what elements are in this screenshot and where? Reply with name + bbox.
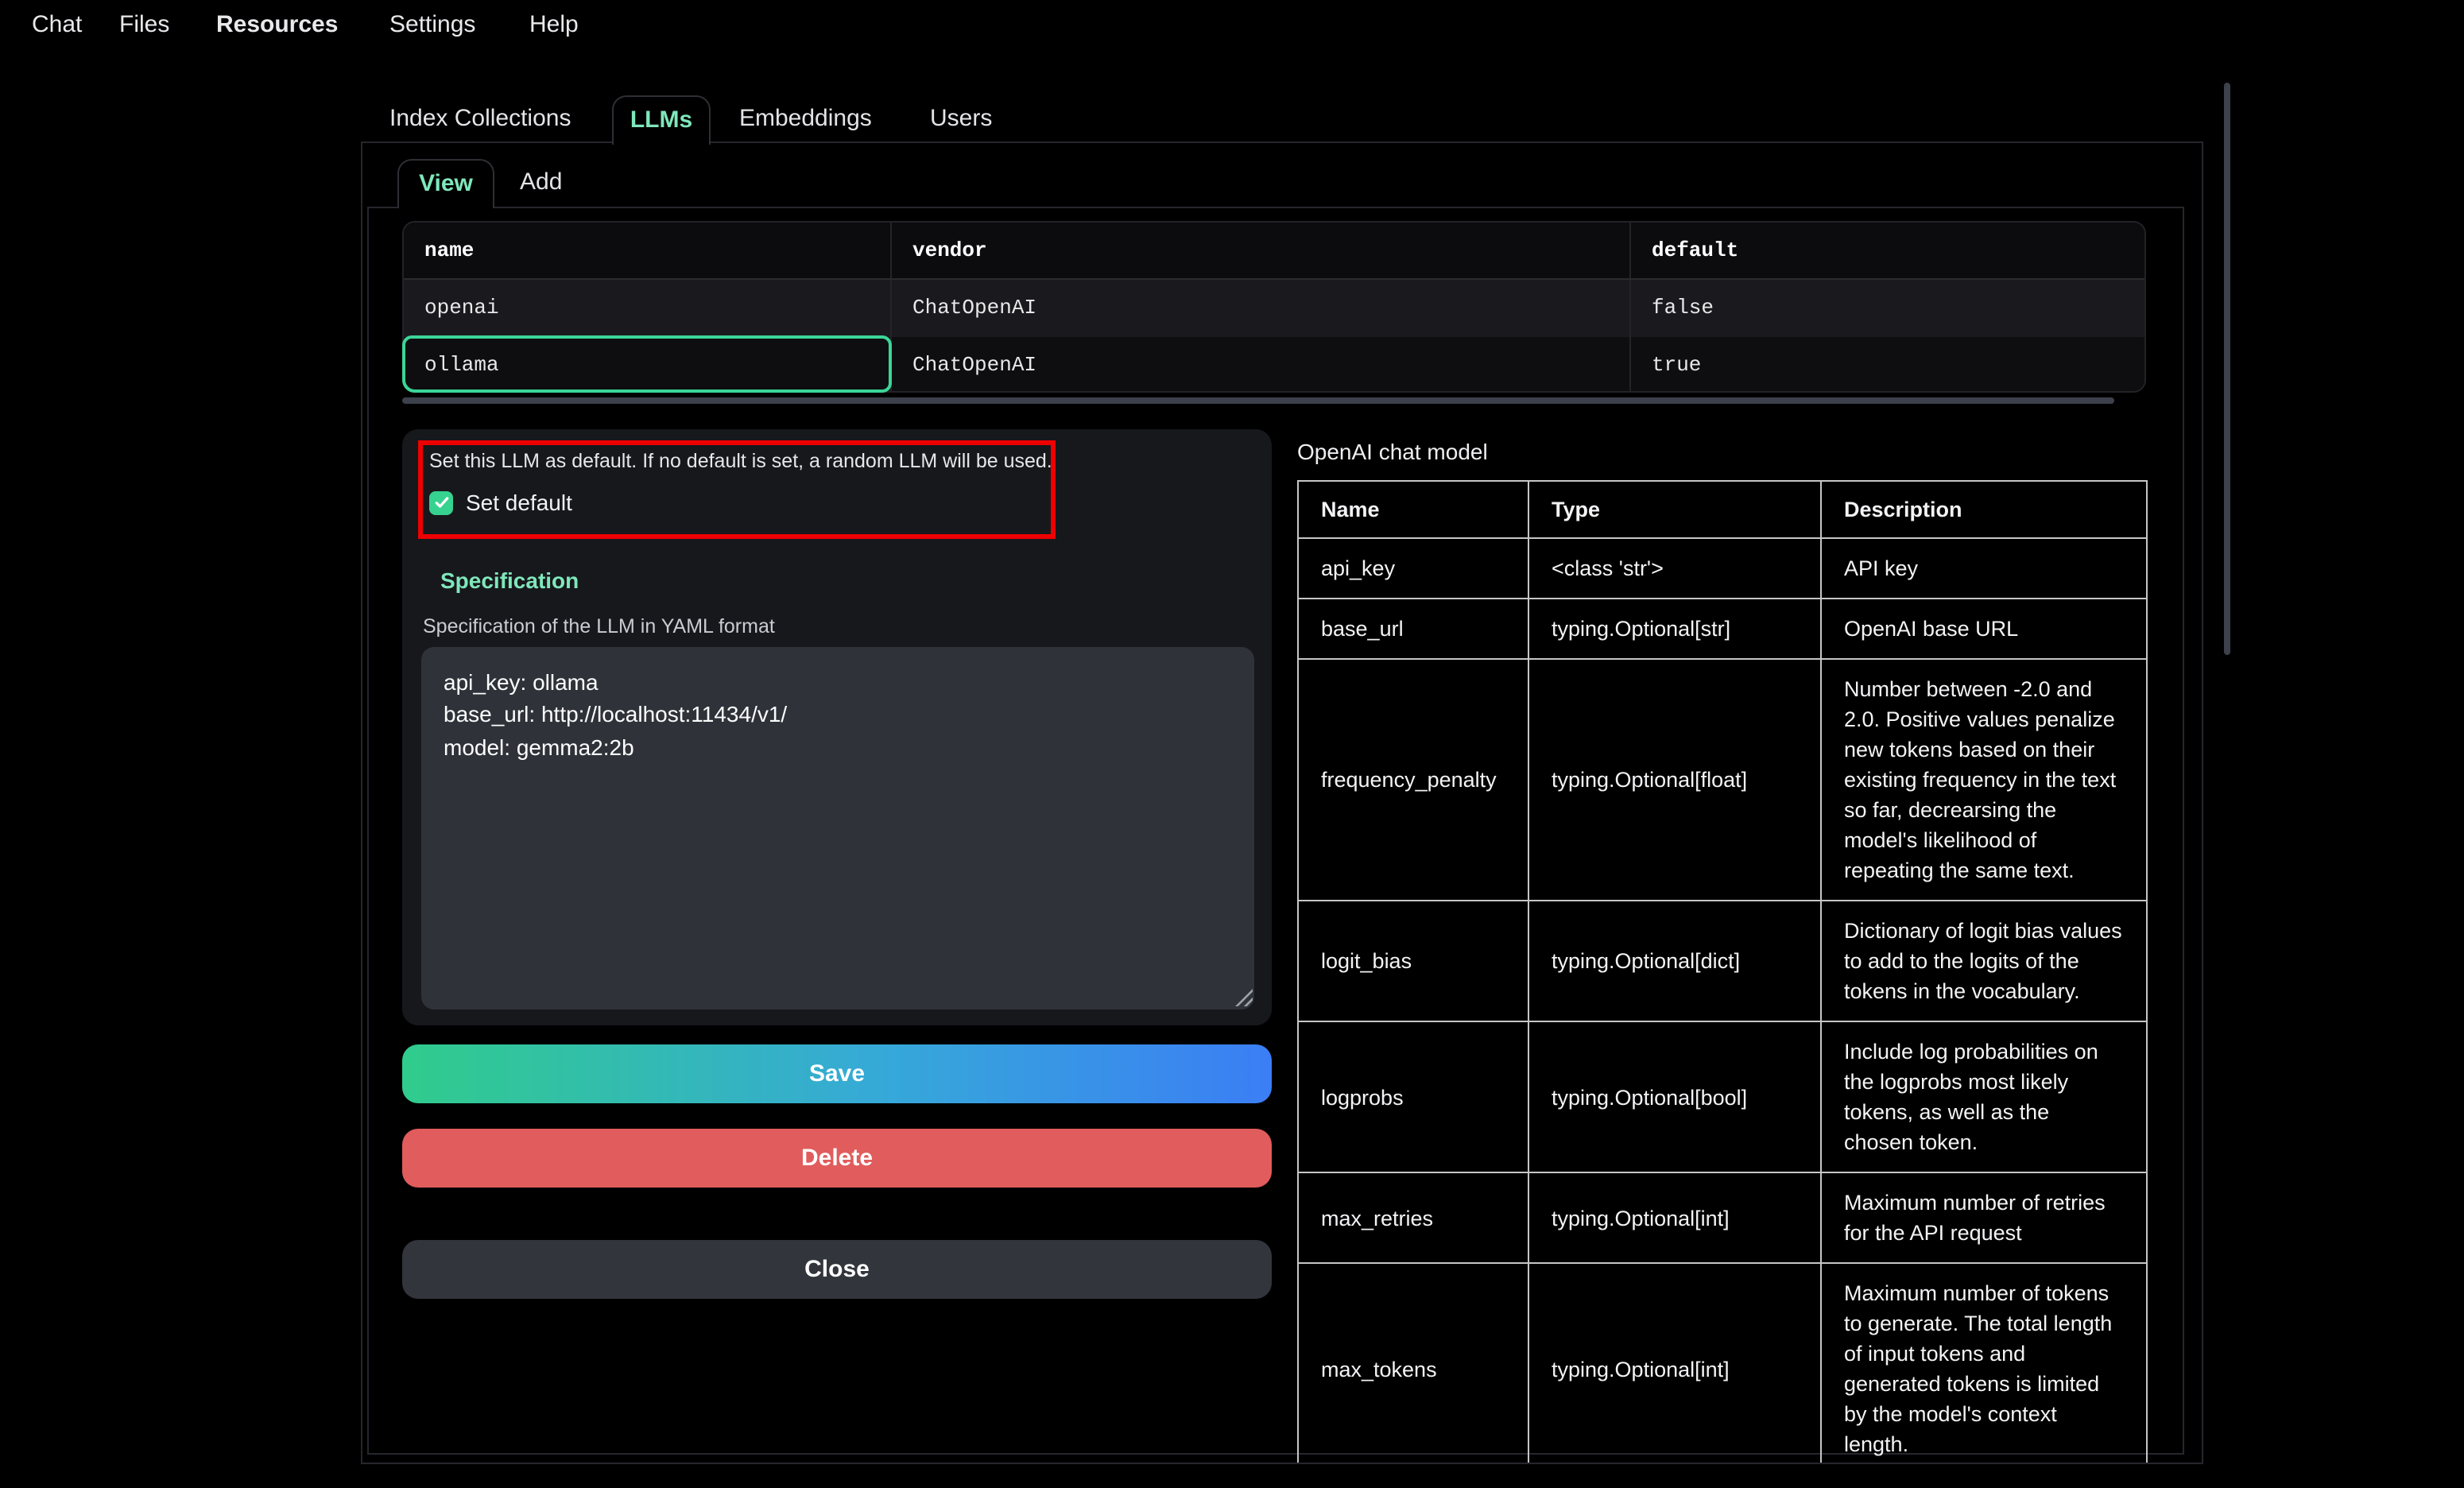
doc-cell: <class 'str'> <box>1528 538 1821 599</box>
model-doc-table: Name Type Description api_key <class 'st… <box>1297 480 2148 1463</box>
specification-caption: Specification of the LLM in YAML format <box>423 615 775 637</box>
save-button[interactable]: Save <box>402 1044 1272 1103</box>
nav-item-chat[interactable]: Chat <box>32 11 82 38</box>
doc-col-type: Type <box>1528 481 1821 538</box>
table-row-openai[interactable]: openai ChatOpenAI false <box>404 280 2144 337</box>
doc-cell: api_key <box>1298 538 1528 599</box>
llms-subtab-bar: View Add <box>0 159 2464 208</box>
doc-cell: Include log probabilities on the logprob… <box>1821 1021 2147 1172</box>
nav-item-help[interactable]: Help <box>529 11 579 38</box>
horizontal-scrollbar[interactable] <box>402 397 2114 404</box>
subtab-view[interactable]: View <box>397 159 494 208</box>
table-row-ollama[interactable]: ollama ChatOpenAI true <box>404 337 2144 393</box>
yaml-spec-textarea[interactable]: api_key: ollama base_url: http://localho… <box>421 647 1254 1009</box>
doc-cell: logprobs <box>1298 1021 1528 1172</box>
doc-cell: max_tokens <box>1298 1263 1528 1463</box>
model-doc-title: OpenAI chat model <box>1297 439 1488 464</box>
doc-row-max-retries: max_retries typing.Optional[int] Maximum… <box>1298 1172 2147 1263</box>
set-default-checkbox-row[interactable]: Set default <box>429 490 572 515</box>
top-nav: Chat Files Resources Settings Help <box>0 0 2464 48</box>
doc-cell: typing.Optional[str] <box>1528 599 1821 659</box>
doc-cell: typing.Optional[dict] <box>1528 901 1821 1021</box>
vertical-scrollbar[interactable] <box>2224 83 2230 655</box>
cell-ollama-vendor: ChatOpenAI <box>892 337 1631 393</box>
nav-item-settings[interactable]: Settings <box>389 11 475 38</box>
doc-row-logprobs: logprobs typing.Optional[bool] Include l… <box>1298 1021 2147 1172</box>
llm-col-name: name <box>404 223 892 278</box>
tab-embeddings[interactable]: Embeddings <box>739 95 872 143</box>
doc-cell: Maximum number of tokens to generate. Th… <box>1821 1263 2147 1463</box>
doc-cell: typing.Optional[int] <box>1528 1263 1821 1463</box>
doc-cell: logit_bias <box>1298 901 1528 1021</box>
cell-openai-name: openai <box>404 280 892 337</box>
llm-table-header: name vendor default <box>404 223 2144 280</box>
app-root: Chat Files Resources Settings Help Index… <box>0 0 2464 1488</box>
doc-row-api-key: api_key <class 'str'> API key <box>1298 538 2147 599</box>
doc-row-max-tokens: max_tokens typing.Optional[int] Maximum … <box>1298 1263 2147 1463</box>
tab-llms[interactable]: LLMs <box>612 95 711 145</box>
close-button[interactable]: Close <box>402 1240 1272 1299</box>
delete-button[interactable]: Delete <box>402 1129 1272 1188</box>
doc-cell: API key <box>1821 538 2147 599</box>
llm-detail-card: Set this LLM as default. If no default i… <box>402 429 1272 1025</box>
doc-cell: Dictionary of logit bias values to add t… <box>1821 901 2147 1021</box>
doc-row-frequency-penalty: frequency_penalty typing.Optional[float]… <box>1298 659 2147 901</box>
doc-col-description: Description <box>1821 481 2147 538</box>
cell-ollama-default: true <box>1631 337 2144 393</box>
doc-row-logit-bias: logit_bias typing.Optional[dict] Diction… <box>1298 901 2147 1021</box>
doc-col-name: Name <box>1298 481 1528 538</box>
llm-list-table: name vendor default openai ChatOpenAI fa… <box>402 221 2146 393</box>
doc-cell: typing.Optional[int] <box>1528 1172 1821 1263</box>
set-default-checkbox[interactable] <box>429 490 453 514</box>
doc-row-base-url: base_url typing.Optional[str] OpenAI bas… <box>1298 599 2147 659</box>
cell-openai-vendor: ChatOpenAI <box>892 280 1631 337</box>
default-note-text: Set this LLM as default. If no default i… <box>429 450 1052 472</box>
tab-index-collections[interactable]: Index Collections <box>389 95 571 143</box>
doc-header-row: Name Type Description <box>1298 481 2147 538</box>
doc-cell: Number between -2.0 and 2.0. Positive va… <box>1821 659 2147 901</box>
specification-heading: Specification <box>440 568 579 593</box>
doc-cell: typing.Optional[bool] <box>1528 1021 1821 1172</box>
subtab-add[interactable]: Add <box>520 159 562 207</box>
checkmark-icon <box>433 494 449 510</box>
cell-openai-default: false <box>1631 280 2144 337</box>
tab-users[interactable]: Users <box>930 95 992 143</box>
model-doc-table-wrap: Name Type Description api_key <class 'st… <box>1297 480 2149 1463</box>
doc-cell: typing.Optional[float] <box>1528 659 1821 901</box>
doc-cell: OpenAI base URL <box>1821 599 2147 659</box>
resource-tab-bar: Index Collections LLMs Embeddings Users <box>0 95 2464 143</box>
nav-item-resources[interactable]: Resources <box>216 11 338 38</box>
set-default-label: Set default <box>466 490 572 515</box>
doc-cell: Maximum number of retries for the API re… <box>1821 1172 2147 1263</box>
llm-col-vendor: vendor <box>892 223 1631 278</box>
nav-item-files[interactable]: Files <box>119 11 169 38</box>
cell-ollama-name: ollama <box>404 337 892 393</box>
doc-cell: base_url <box>1298 599 1528 659</box>
doc-cell: frequency_penalty <box>1298 659 1528 901</box>
llm-col-default: default <box>1631 223 2144 278</box>
doc-cell: max_retries <box>1298 1172 1528 1263</box>
